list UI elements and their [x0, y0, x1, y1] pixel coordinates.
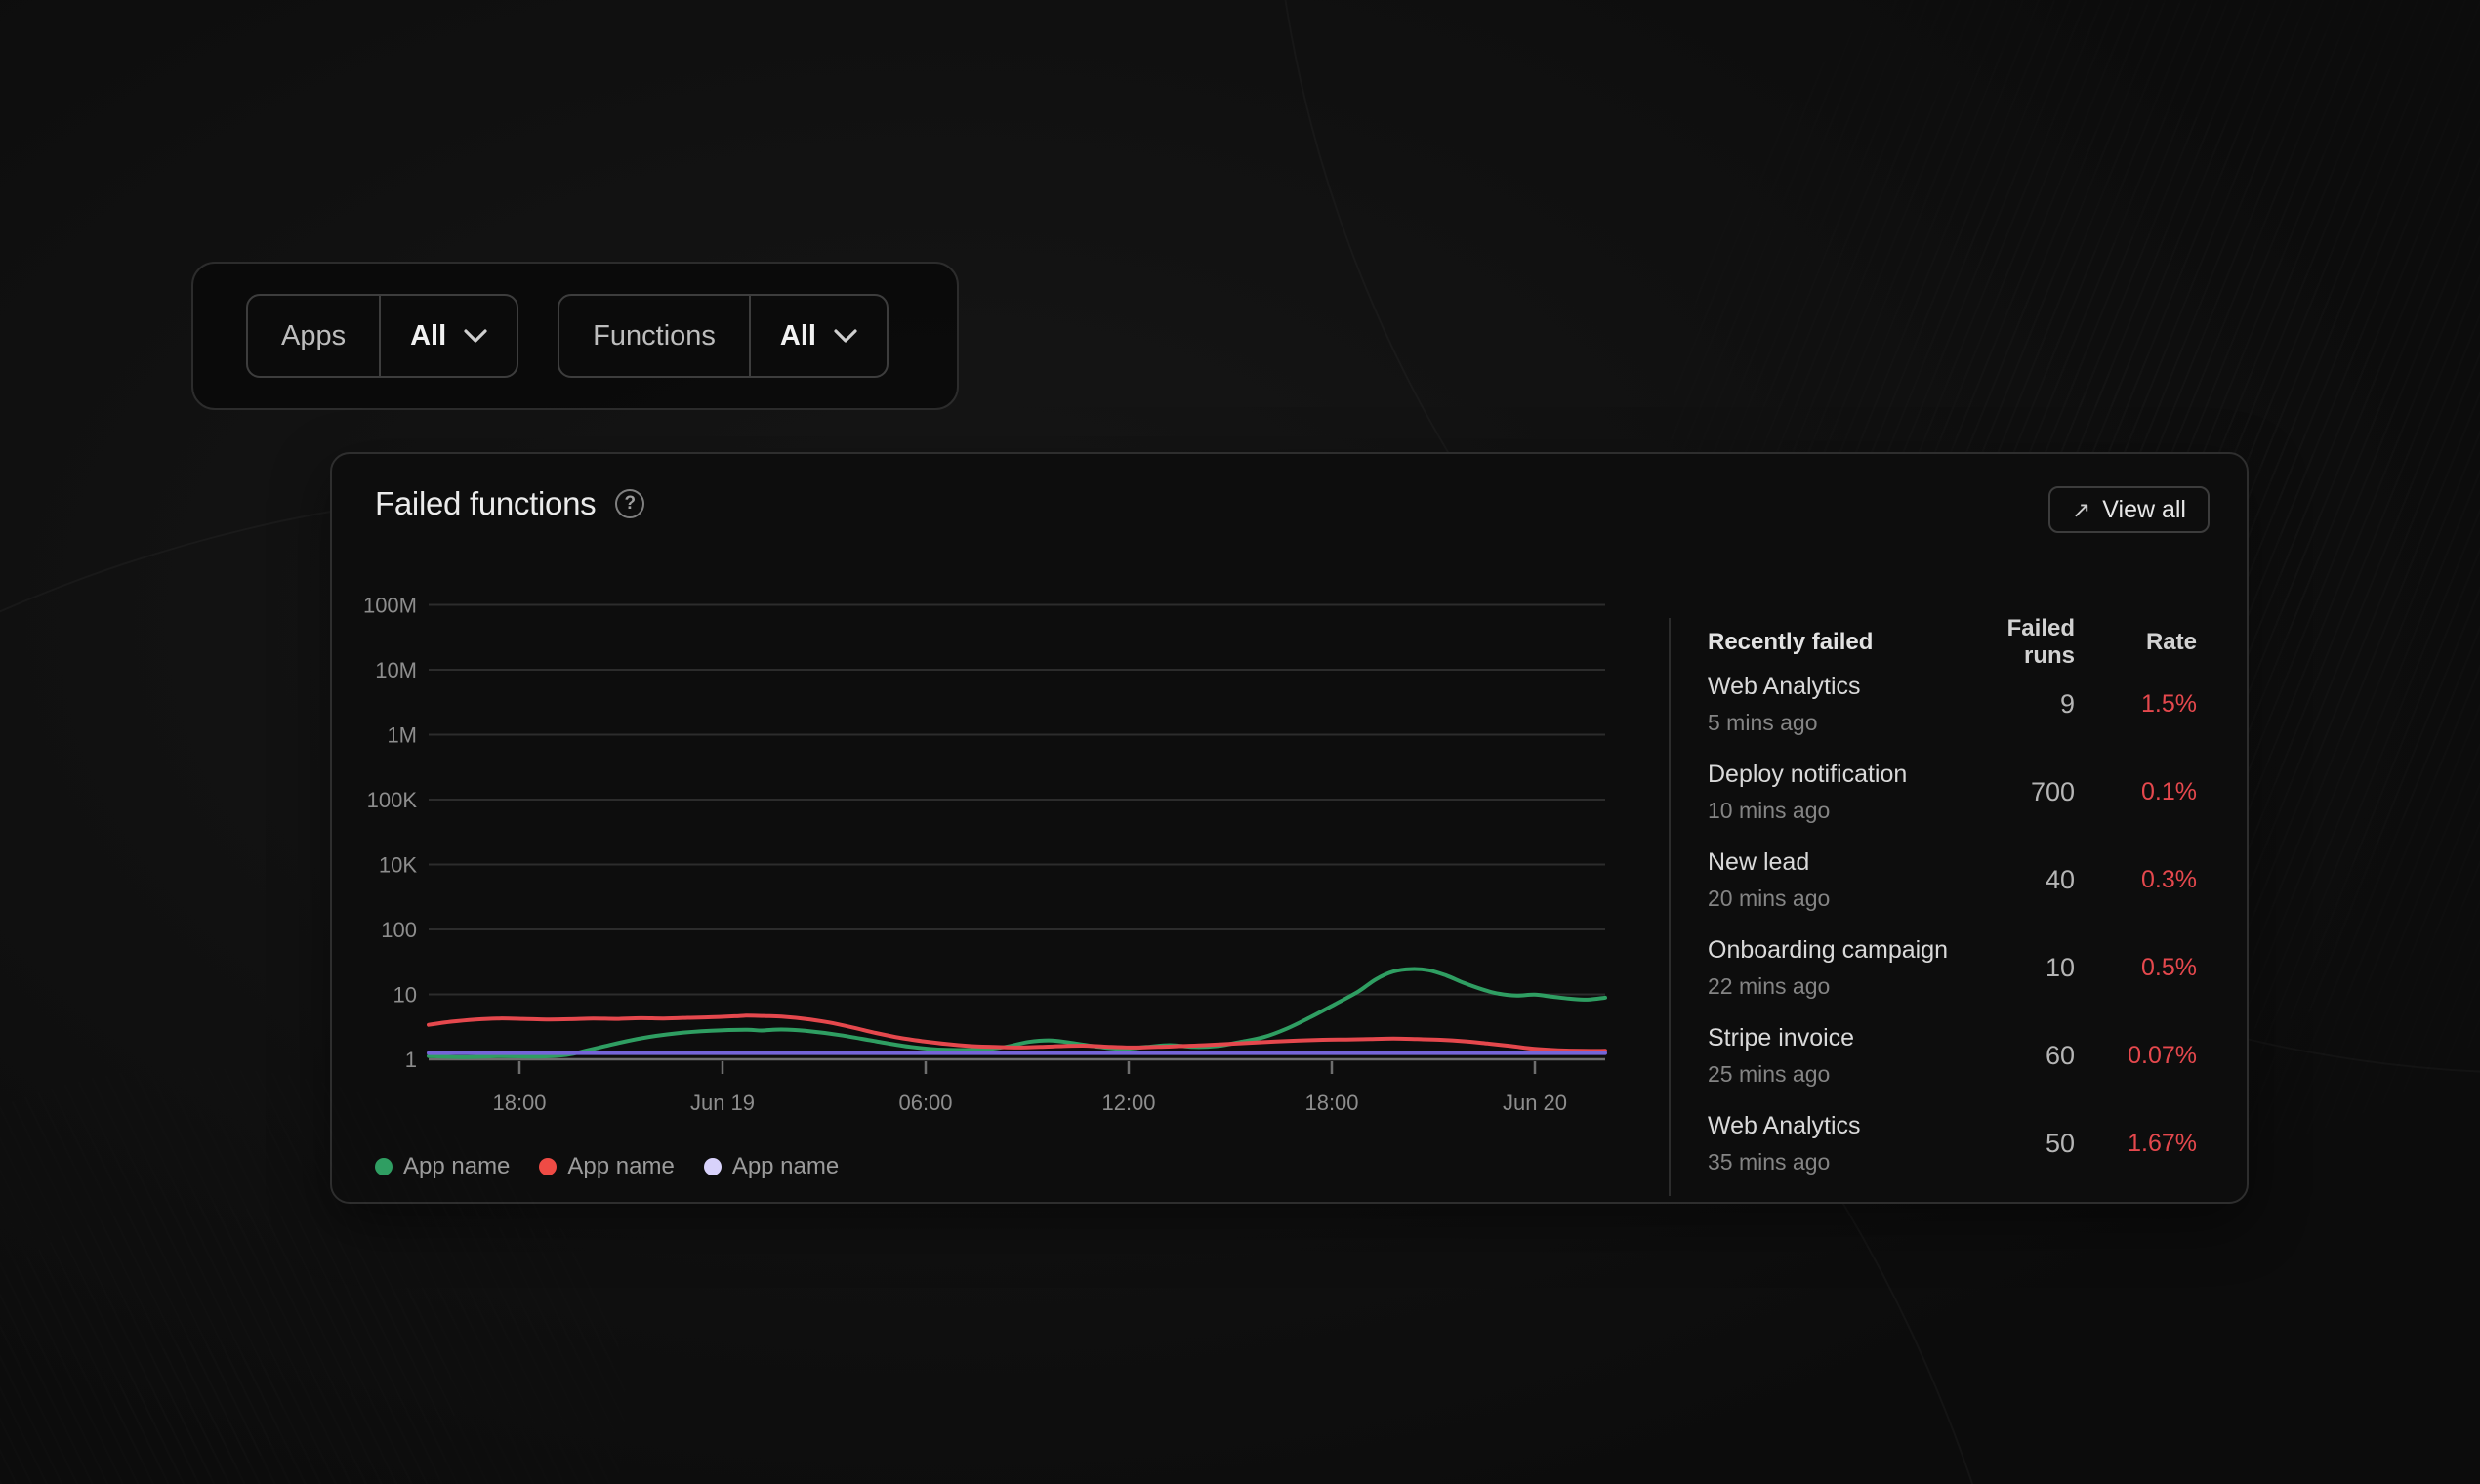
failed-runs-value: 40 — [1963, 865, 2075, 895]
apps-filter-label: Apps — [248, 296, 381, 376]
function-name: Web Analytics — [1708, 1112, 1963, 1140]
row-name-cell: Onboarding campaign 22 mins ago — [1708, 936, 1963, 1000]
card-title-row: Failed functions ? — [375, 485, 644, 522]
legend-label: App name — [403, 1153, 510, 1180]
row-name-cell: Stripe invoice 25 mins ago — [1708, 1024, 1963, 1088]
y-axis-label: 1M — [387, 723, 417, 748]
rate-value: 0.07% — [2075, 1042, 2197, 1070]
x-axis-label: 06:00 — [898, 1091, 952, 1115]
help-icon[interactable]: ? — [615, 489, 644, 518]
functions-filter-selected: All — [780, 320, 816, 352]
rate-value: 0.3% — [2075, 866, 2197, 894]
legend-item: App name — [704, 1153, 839, 1180]
failed-runs-value: 50 — [1963, 1129, 2075, 1159]
apps-filter-value[interactable]: All — [381, 296, 517, 376]
y-axis-label: 100 — [381, 918, 417, 942]
functions-filter-value[interactable]: All — [751, 296, 887, 376]
apps-filter-selected: All — [410, 320, 446, 352]
failed-functions-chart: 100M 10M 1M 100K 10K 100 10 1 18:00 Jun 19 06:00 12… — [351, 571, 1660, 1137]
function-time: 22 mins ago — [1708, 973, 1963, 1000]
legend-dot-icon — [375, 1158, 393, 1175]
failed-runs-value: 700 — [1963, 777, 2075, 807]
rate-value: 0.1% — [2075, 778, 2197, 806]
chevron-down-icon — [834, 329, 857, 343]
y-axis-label: 100M — [363, 594, 417, 618]
table-row[interactable]: Web Analytics 5 mins ago 9 1.5% — [1708, 660, 2197, 748]
y-axis-label: 100K — [367, 788, 418, 812]
failed-runs-value: 60 — [1963, 1041, 2075, 1071]
functions-filter[interactable]: Functions All — [558, 294, 889, 378]
rate-value: 1.67% — [2075, 1130, 2197, 1158]
table-row[interactable]: New lead 20 mins ago 40 0.3% — [1708, 836, 2197, 924]
function-name: Deploy notification — [1708, 761, 1963, 789]
rate-value: 0.5% — [2075, 954, 2197, 982]
x-axis-label: 12:00 — [1101, 1091, 1155, 1115]
legend-item: App name — [539, 1153, 674, 1180]
function-time: 5 mins ago — [1708, 710, 1963, 736]
page-title: Failed functions — [375, 485, 596, 522]
legend-label: App name — [732, 1153, 839, 1180]
row-name-cell: New lead 20 mins ago — [1708, 848, 1963, 912]
x-axis-label: 18:00 — [1304, 1091, 1358, 1115]
vertical-divider — [1669, 618, 1671, 1196]
function-time: 20 mins ago — [1708, 886, 1963, 912]
y-axis-label: 10M — [375, 658, 417, 682]
series-line-0 — [429, 969, 1605, 1057]
legend-item: App name — [375, 1153, 510, 1180]
view-all-label: View all — [2102, 496, 2186, 524]
table-row[interactable]: Stripe invoice 25 mins ago 60 0.07% — [1708, 1011, 2197, 1099]
function-name: Onboarding campaign — [1708, 936, 1963, 965]
header-rate: Rate — [2075, 629, 2197, 656]
chevron-down-icon — [464, 329, 487, 343]
y-axis-label: 10K — [379, 853, 417, 878]
filter-bar: Apps All Functions All — [191, 262, 959, 410]
table-row[interactable]: Deploy notification 10 mins ago 700 0.1% — [1708, 748, 2197, 836]
functions-filter-label: Functions — [559, 296, 751, 376]
rate-value: 1.5% — [2075, 690, 2197, 719]
apps-filter[interactable]: Apps All — [246, 294, 518, 378]
y-axis-label: 1 — [405, 1048, 417, 1072]
function-time: 25 mins ago — [1708, 1061, 1963, 1088]
table-header: Recently failed Failed runs Rate — [1708, 615, 2197, 660]
row-name-cell: Web Analytics 35 mins ago — [1708, 1112, 1963, 1175]
table-row[interactable]: Web Analytics 35 mins ago 50 1.67% — [1708, 1099, 2197, 1187]
failed-runs-value: 9 — [1963, 689, 2075, 720]
x-axis-label: 18:00 — [492, 1091, 546, 1115]
recently-failed-table: Recently failed Failed runs Rate Web Ana… — [1708, 615, 2197, 1187]
table-row[interactable]: Onboarding campaign 22 mins ago 10 0.5% — [1708, 924, 2197, 1011]
dashboard-background: Apps All Functions All Failed functions … — [0, 0, 2480, 1484]
function-time: 35 mins ago — [1708, 1149, 1963, 1175]
legend-label: App name — [567, 1153, 674, 1180]
chart-legend: App name App name App name — [375, 1153, 839, 1180]
function-name: Stripe invoice — [1708, 1024, 1963, 1052]
header-recently-failed: Recently failed — [1708, 629, 1963, 656]
function-name: Web Analytics — [1708, 673, 1963, 701]
failed-runs-value: 10 — [1963, 953, 2075, 983]
arrow-up-right-icon: ↗ — [2072, 499, 2090, 521]
function-time: 10 mins ago — [1708, 798, 1963, 824]
header-failed-runs: Failed runs — [1963, 615, 2075, 670]
y-axis-label: 10 — [393, 983, 417, 1008]
failed-functions-card: Failed functions ? ↗ View all 100M10M1M1… — [330, 452, 2249, 1204]
view-all-button[interactable]: ↗ View all — [2048, 486, 2210, 533]
help-glyph: ? — [625, 493, 637, 515]
x-axis-label: Jun 19 — [690, 1091, 755, 1115]
legend-dot-icon — [539, 1158, 557, 1175]
legend-dot-icon — [704, 1158, 722, 1175]
x-axis-label: Jun 20 — [1503, 1091, 1567, 1115]
row-name-cell: Web Analytics 5 mins ago — [1708, 673, 1963, 736]
function-name: New lead — [1708, 848, 1963, 877]
row-name-cell: Deploy notification 10 mins ago — [1708, 761, 1963, 824]
